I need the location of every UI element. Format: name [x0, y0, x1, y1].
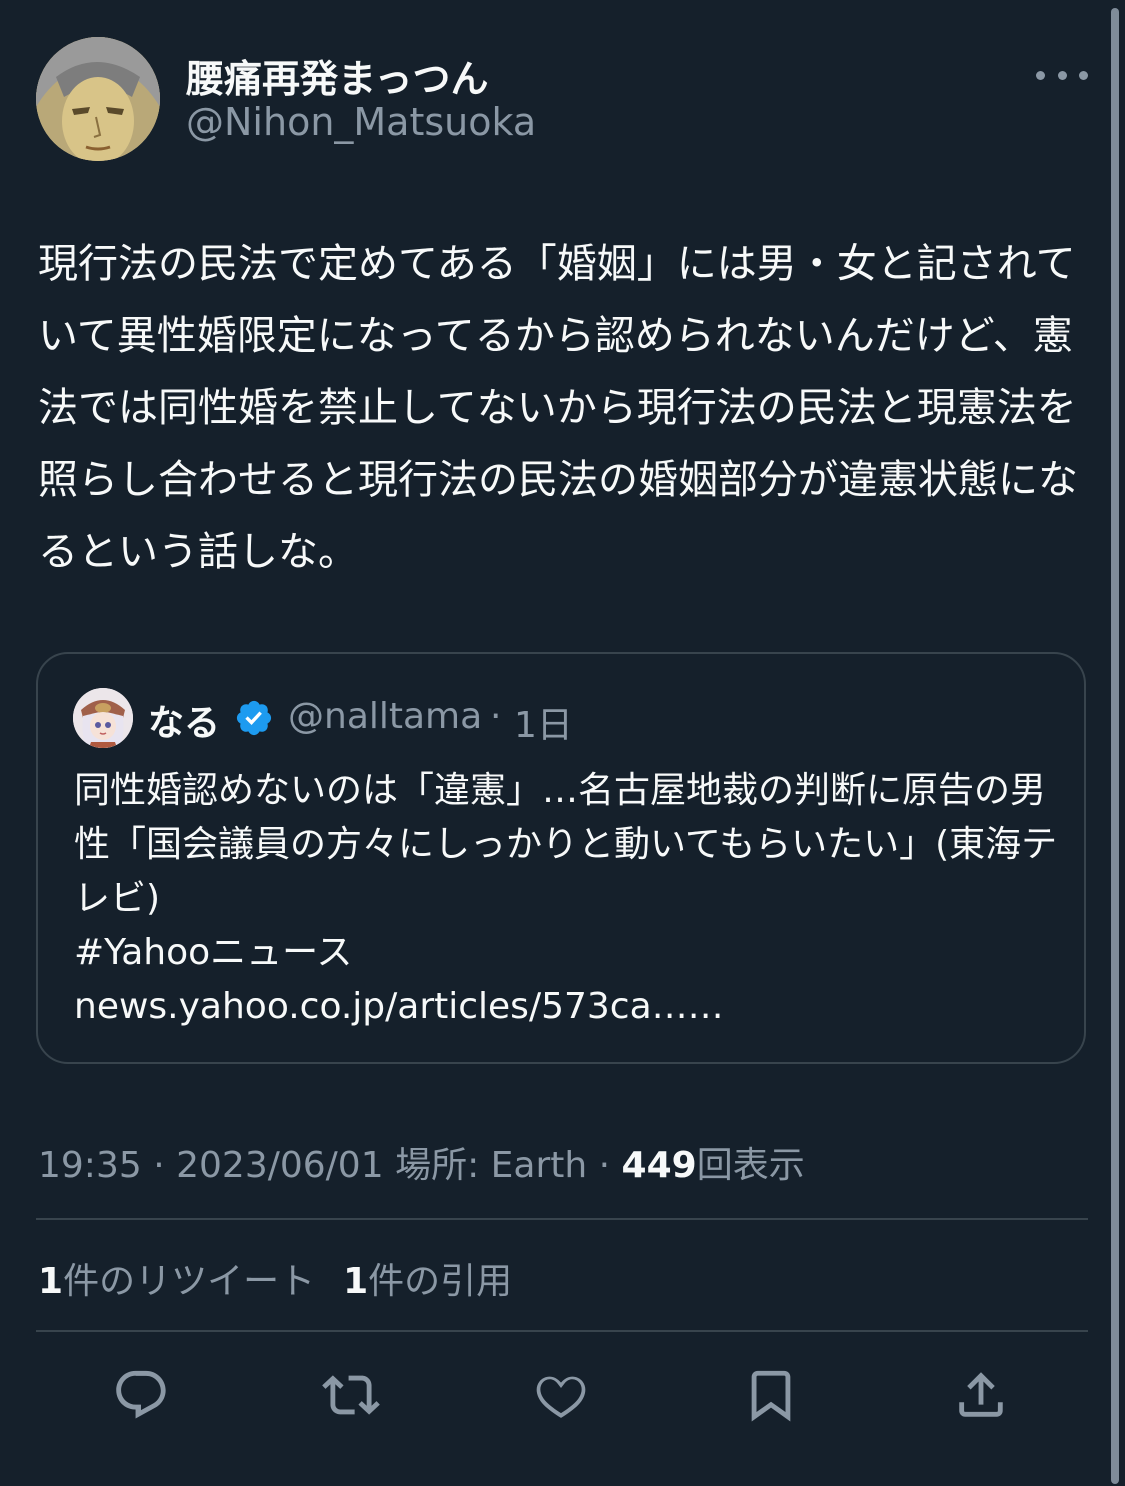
quoted-tweet-card[interactable]: なる @nalltama · 1日 同性婚認めないのは「違憲」…名古屋地裁の判断…	[36, 652, 1086, 1064]
tweet-time[interactable]: 19:35	[38, 1145, 142, 1186]
divider	[36, 1218, 1088, 1220]
quote-handle[interactable]: @nalltama	[288, 696, 482, 737]
more-icon-dot	[1079, 70, 1088, 80]
retweet-icon	[322, 1375, 380, 1415]
more-options-button[interactable]	[1036, 60, 1088, 90]
anime-character-avatar-icon	[36, 37, 160, 161]
tweet-text: 現行法の民法で定めてある「婚姻」には男・女と記されていて異性婚限定になってるから…	[38, 241, 1078, 575]
retweets-count: 1	[38, 1261, 64, 1302]
retweets-label: 件のリツイート	[63, 1261, 316, 1302]
quote-display-name[interactable]: なる	[148, 694, 220, 746]
anime-girl-avatar-icon	[73, 688, 133, 748]
author-handle[interactable]: @Nihon_Matsuoka	[186, 100, 536, 144]
scrollbar[interactable]	[1111, 8, 1119, 1484]
quotes-count: 1	[343, 1261, 369, 1302]
more-icon	[1036, 70, 1045, 80]
quote-avatar[interactable]	[73, 688, 133, 748]
engagement-stats: 1件のリツイート 1件の引用	[38, 1252, 512, 1304]
more-icon-dot	[1057, 70, 1067, 80]
views-count: 449	[621, 1145, 697, 1186]
quotes-link[interactable]: 1件の引用	[343, 1261, 512, 1302]
author-display-name[interactable]: 腰痛再発まっつん	[186, 48, 488, 103]
author-avatar[interactable]	[36, 37, 160, 161]
meta-separator: ·	[153, 1145, 165, 1186]
meta-separator: ·	[598, 1145, 611, 1186]
quote-timestamp[interactable]: 1日	[514, 696, 573, 748]
retweets-link[interactable]: 1件のリツイート	[38, 1261, 315, 1302]
tweet-meta: 19:35 · 2023/06/01 場所: Earth · 449回表示	[38, 1136, 805, 1188]
tweet-location: 場所: Earth	[395, 1145, 588, 1186]
like-button[interactable]	[526, 1360, 596, 1430]
bookmark-icon	[751, 1370, 791, 1422]
retweet-button[interactable]	[316, 1360, 386, 1430]
share-button[interactable]	[946, 1360, 1016, 1430]
quotes-label: 件の引用	[368, 1261, 513, 1302]
divider	[36, 1330, 1088, 1332]
verified-badge-icon	[236, 700, 272, 736]
quote-text: 同性婚認めないのは「違憲」…名古屋地裁の判断に原告の男性「国会議員の方々にしっか…	[74, 770, 1058, 1027]
views-label: 回表示	[696, 1145, 805, 1186]
tweet-date[interactable]: 2023/06/01	[176, 1145, 384, 1186]
share-icon	[959, 1372, 1003, 1417]
like-icon	[536, 1376, 586, 1418]
quote-separator: ·	[490, 696, 502, 737]
reply-icon	[116, 1370, 166, 1419]
bookmark-button[interactable]	[736, 1360, 806, 1430]
reply-button[interactable]	[106, 1360, 176, 1430]
